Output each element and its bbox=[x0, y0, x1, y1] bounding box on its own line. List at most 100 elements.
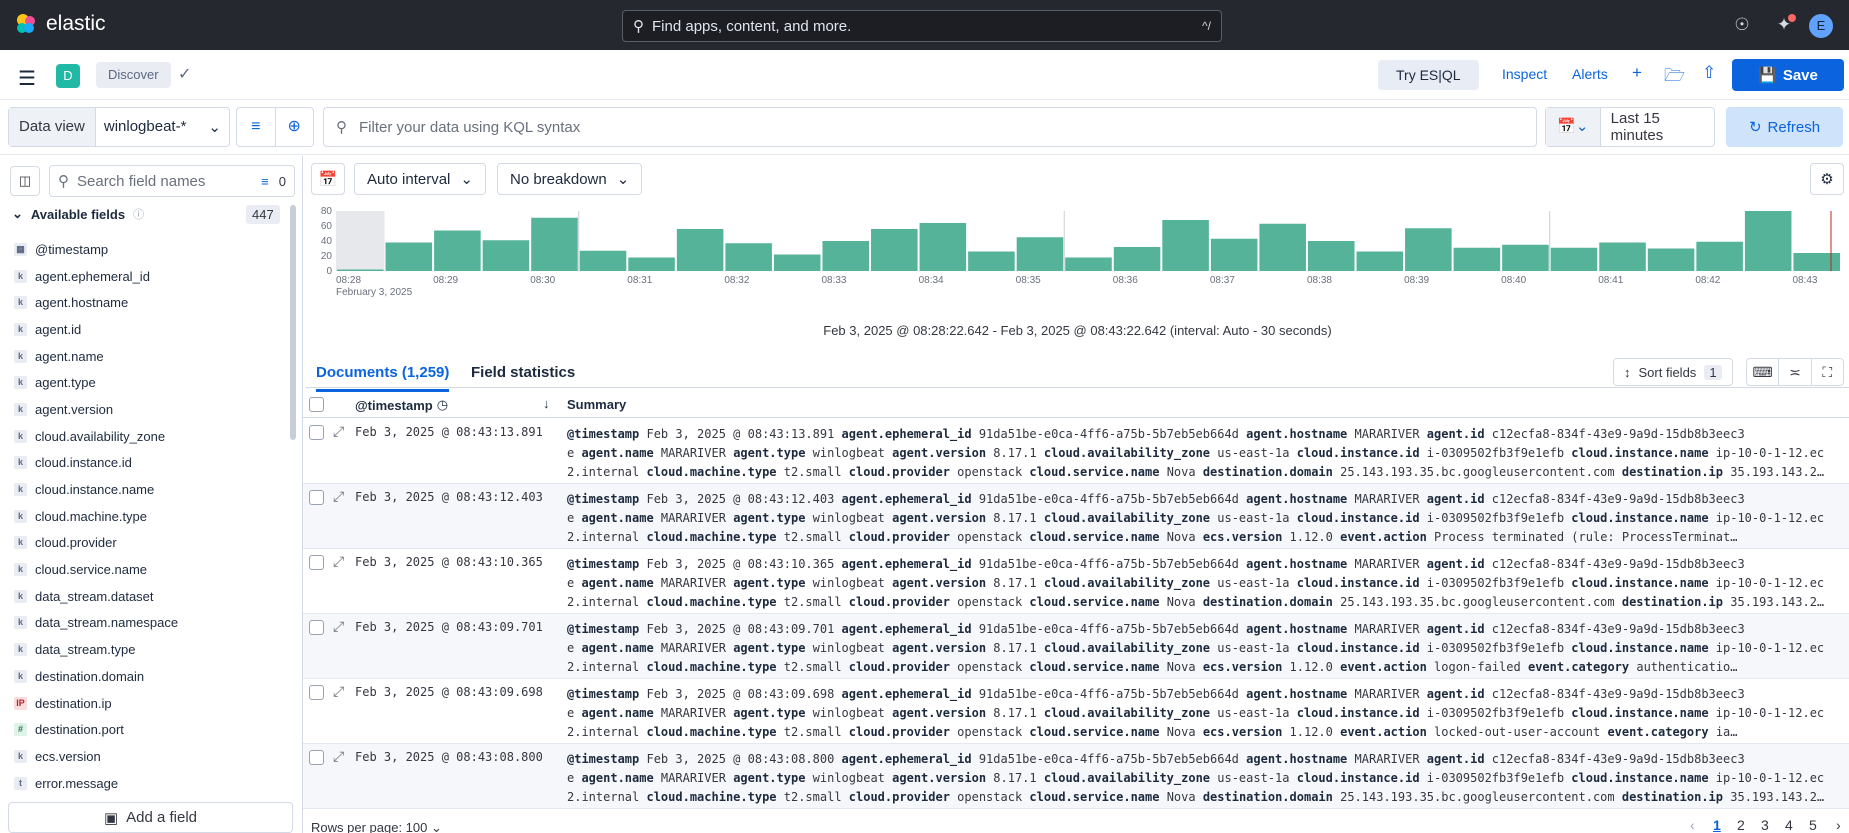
field-search-input[interactable]: ⚲ Search field names ≡ 0 bbox=[49, 165, 295, 197]
expand-icon[interactable]: ⤢ bbox=[333, 618, 344, 635]
filter-icon[interactable]: ≡ bbox=[261, 174, 269, 189]
histogram-bar[interactable] bbox=[725, 243, 772, 271]
display-settings-icon[interactable]: ≍ bbox=[1779, 359, 1812, 385]
field-item[interactable]: k ecs.version bbox=[14, 743, 284, 770]
row-checkbox[interactable] bbox=[309, 685, 324, 700]
fullscreen-icon[interactable]: ⛶ bbox=[1812, 359, 1843, 385]
breadcrumb[interactable]: Discover bbox=[96, 62, 171, 88]
histogram-bar[interactable] bbox=[628, 257, 675, 272]
row-checkbox[interactable] bbox=[309, 425, 324, 440]
field-item[interactable]: k cloud.service.name bbox=[14, 556, 284, 583]
calendar-toggle-icon[interactable]: 📅 bbox=[311, 163, 345, 195]
expand-icon[interactable]: ⤢ bbox=[333, 748, 344, 765]
sort-fields-button[interactable]: ↕ Sort fields 1 bbox=[1613, 358, 1733, 386]
table-row[interactable]: ⤢ Feb 3, 2025 @ 08:43:09.701 @timestamp Fe… bbox=[303, 614, 1849, 679]
histogram-bar[interactable] bbox=[579, 250, 627, 271]
rows-per-page[interactable]: Rows per page: 100 ⌄ bbox=[311, 820, 442, 833]
table-row[interactable]: ⤢ Feb 3, 2025 @ 08:43:10.365 @timestamp Fe… bbox=[303, 549, 1849, 614]
table-row[interactable]: ⤢ Feb 3, 2025 @ 08:43:08.800 @timestamp Fe… bbox=[303, 744, 1849, 809]
field-item[interactable]: k cloud.instance.id bbox=[14, 450, 284, 477]
field-item[interactable]: k agent.type bbox=[14, 369, 284, 396]
histogram-bar[interactable] bbox=[1405, 228, 1452, 271]
table-row[interactable]: ⤢ Feb 3, 2025 @ 08:43:12.403 @timestamp Fe… bbox=[303, 484, 1849, 549]
field-item[interactable]: # destination.port bbox=[14, 716, 284, 743]
histogram-bar[interactable] bbox=[531, 217, 578, 271]
histogram-bar[interactable] bbox=[1113, 247, 1161, 271]
histogram-bar[interactable] bbox=[773, 254, 821, 272]
histogram-bar[interactable] bbox=[1550, 247, 1598, 271]
histogram-bar[interactable] bbox=[871, 229, 918, 271]
interval-select[interactable]: Auto interval ⌄ bbox=[354, 163, 486, 195]
avatar[interactable]: E bbox=[1809, 14, 1833, 38]
field-item[interactable]: k data_stream.namespace bbox=[14, 610, 284, 637]
histogram-bar[interactable] bbox=[968, 251, 1015, 272]
histogram-bar[interactable] bbox=[1259, 223, 1306, 271]
share-icon[interactable]: ⇧ bbox=[1702, 63, 1716, 83]
sort-arrow-icon[interactable]: ↓ bbox=[543, 396, 550, 411]
page-number[interactable]: 1 bbox=[1713, 817, 1721, 833]
field-item[interactable]: k data_stream.type bbox=[14, 636, 284, 663]
add-filter-icon[interactable]: ⊕ bbox=[276, 108, 314, 146]
select-all-checkbox[interactable] bbox=[309, 397, 324, 412]
elastic-logo[interactable]: elastic bbox=[14, 12, 106, 36]
column-header-timestamp[interactable]: @timestamp ◷ bbox=[355, 397, 448, 413]
field-item[interactable]: k data_stream.dataset bbox=[14, 583, 284, 610]
keyboard-icon[interactable]: ⌨ bbox=[1747, 359, 1780, 385]
space-avatar[interactable]: D bbox=[56, 64, 80, 88]
alerts-link[interactable]: Alerts bbox=[1572, 66, 1608, 82]
prev-page-icon[interactable]: ‹ bbox=[1690, 817, 1695, 833]
global-search-input[interactable]: ⚲ Find apps, content, and more. ^/ bbox=[622, 10, 1222, 42]
histogram-bar[interactable] bbox=[1793, 253, 1840, 271]
tab-field-statistics[interactable]: Field statistics bbox=[471, 364, 575, 381]
histogram-bar[interactable] bbox=[482, 240, 530, 271]
histogram-bar[interactable] bbox=[1210, 238, 1258, 271]
histogram-bar[interactable] bbox=[1744, 211, 1792, 271]
field-item[interactable]: k agent.ephemeral_id bbox=[14, 263, 284, 290]
table-row[interactable]: ⤢ Feb 3, 2025 @ 08:43:09.698 @timestamp Fe… bbox=[303, 679, 1849, 744]
row-checkbox[interactable] bbox=[309, 620, 324, 635]
field-item[interactable]: k cloud.machine.type bbox=[14, 503, 284, 530]
page-number[interactable]: 5 bbox=[1809, 817, 1817, 833]
histogram-bar[interactable] bbox=[1647, 248, 1695, 272]
data-view-picker[interactable]: Data view winlogbeat-* ⌄ bbox=[8, 107, 230, 147]
filter-icon[interactable]: ≡ bbox=[237, 108, 276, 146]
field-item[interactable]: k agent.name bbox=[14, 343, 284, 370]
help-icon[interactable]: ☉ bbox=[1731, 14, 1753, 36]
histogram-bar[interactable] bbox=[676, 229, 724, 271]
new-icon[interactable]: + bbox=[1632, 63, 1642, 83]
histogram-bar[interactable] bbox=[337, 269, 384, 272]
page-number[interactable]: 2 bbox=[1737, 817, 1745, 833]
column-header-summary[interactable]: Summary bbox=[567, 397, 626, 412]
field-item[interactable]: ▦ @timestamp bbox=[14, 236, 284, 263]
expand-icon[interactable]: ⤢ bbox=[333, 553, 344, 570]
page-number[interactable]: 4 bbox=[1785, 817, 1793, 833]
histogram-bar[interactable] bbox=[385, 242, 433, 272]
histogram-bar[interactable] bbox=[1016, 237, 1064, 271]
expand-icon[interactable]: ⤢ bbox=[333, 488, 344, 505]
next-page-icon[interactable]: › bbox=[1836, 817, 1841, 833]
expand-icon[interactable]: ⤢ bbox=[333, 423, 344, 440]
inspect-link[interactable]: Inspect bbox=[1502, 66, 1547, 82]
histogram-bar[interactable] bbox=[822, 241, 870, 271]
refresh-button[interactable]: ↻ Refresh bbox=[1726, 107, 1843, 147]
field-item[interactable]: k agent.hostname bbox=[14, 289, 284, 316]
available-fields-header[interactable]: ⌄ Available fields ⓘ bbox=[12, 206, 144, 222]
field-item[interactable]: t error.message bbox=[14, 770, 284, 797]
histogram-bar[interactable] bbox=[1453, 247, 1501, 271]
row-checkbox[interactable] bbox=[309, 555, 324, 570]
field-item[interactable]: k cloud.instance.name bbox=[14, 476, 284, 503]
histogram-bar[interactable] bbox=[1502, 244, 1549, 271]
try-esql-button[interactable]: Try ES|QL bbox=[1378, 60, 1479, 90]
calendar-icon[interactable]: 📅⌄ bbox=[1546, 108, 1601, 146]
chart-options-icon[interactable]: ⚙ bbox=[1810, 163, 1844, 195]
histogram-bar[interactable] bbox=[434, 230, 481, 272]
row-checkbox[interactable] bbox=[309, 750, 324, 765]
breakdown-select[interactable]: No breakdown ⌄ bbox=[497, 163, 643, 195]
histogram-bar[interactable] bbox=[1307, 241, 1355, 271]
field-item[interactable]: k destination.domain bbox=[14, 663, 284, 690]
save-button[interactable]: 💾 Save bbox=[1732, 59, 1844, 91]
histogram-bar[interactable] bbox=[1065, 257, 1112, 272]
expand-icon[interactable]: ⤢ bbox=[333, 683, 344, 700]
histogram-bar[interactable] bbox=[1696, 241, 1743, 271]
histogram-bar[interactable] bbox=[1162, 220, 1209, 271]
